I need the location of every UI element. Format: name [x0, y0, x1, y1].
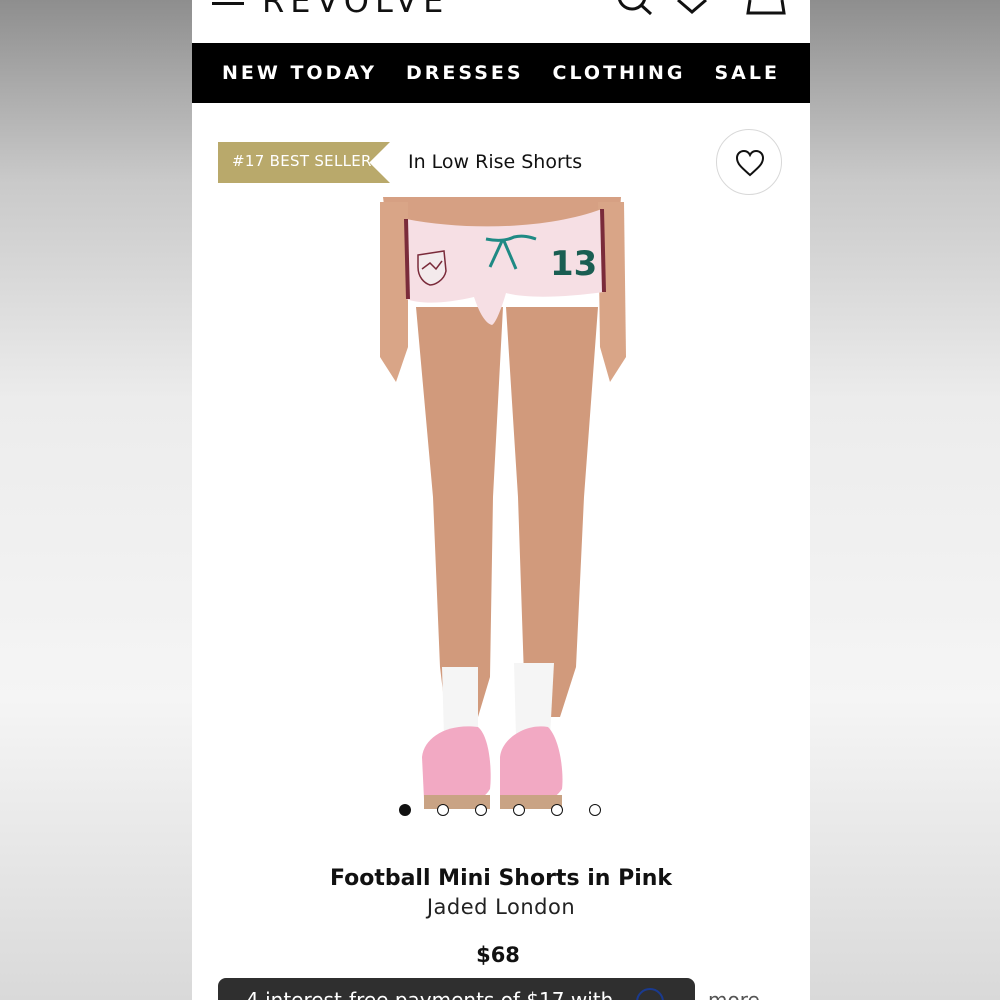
add-to-wishlist-button[interactable]: [716, 129, 782, 195]
nav-sale[interactable]: SALE: [715, 62, 780, 84]
shoe-left: [422, 726, 491, 806]
heart-outline-icon: [735, 149, 765, 177]
model-leg-right: [506, 307, 598, 717]
main-nav: NEW TODAY DRESSES CLOTHING SALE: [192, 43, 810, 103]
carousel-dot-6[interactable]: [589, 804, 601, 816]
nav-dresses[interactable]: DRESSES: [406, 62, 524, 84]
promo-more-link[interactable]: more: [708, 988, 760, 1000]
site-logo[interactable]: REVOLVE: [262, 0, 449, 20]
product-title: Football Mini Shorts in Pink: [329, 866, 673, 891]
payment-promo-banner[interactable]: 4 interest-free payments of $17 with: [218, 978, 695, 1000]
shoe-right: [500, 726, 563, 806]
heart-icon[interactable]: [676, 0, 708, 14]
bestseller-category[interactable]: In Low Rise Shorts: [408, 151, 582, 173]
model-leg-left: [416, 307, 503, 717]
product-image[interactable]: 13: [378, 197, 628, 827]
nav-clothing[interactable]: CLOTHING: [553, 62, 686, 84]
model-arm-left: [380, 202, 408, 382]
sock-right: [514, 663, 554, 737]
payment-promo-text: 4 interest-free payments of $17 with: [246, 988, 614, 1000]
shorts-number: 13: [550, 244, 597, 284]
carousel-dot-3[interactable]: [475, 804, 487, 816]
product-price: $68: [476, 943, 520, 967]
bestseller-badge-text: #17 BEST SELLER: [232, 152, 372, 170]
carousel-dot-4[interactable]: [513, 804, 525, 816]
search-icon[interactable]: [618, 0, 658, 16]
image-carousel-dots: [399, 804, 609, 818]
product-page: REVOLVE NEW TODAY DRESSES CLOTHING SALE …: [192, 0, 810, 1000]
shopping-bag-icon[interactable]: [744, 0, 788, 16]
carousel-dot-2[interactable]: [437, 804, 449, 816]
nav-new-today[interactable]: NEW TODAY: [222, 62, 377, 84]
hamburger-menu-icon[interactable]: [212, 0, 246, 8]
product-brand[interactable]: Jaded London: [192, 895, 810, 919]
bestseller-badge: #17 BEST SELLER: [218, 142, 390, 183]
top-header: REVOLVE: [192, 0, 810, 43]
carousel-dot-5[interactable]: [551, 804, 563, 816]
payment-provider-icon: [636, 988, 664, 1000]
carousel-dot-1[interactable]: [399, 804, 411, 816]
